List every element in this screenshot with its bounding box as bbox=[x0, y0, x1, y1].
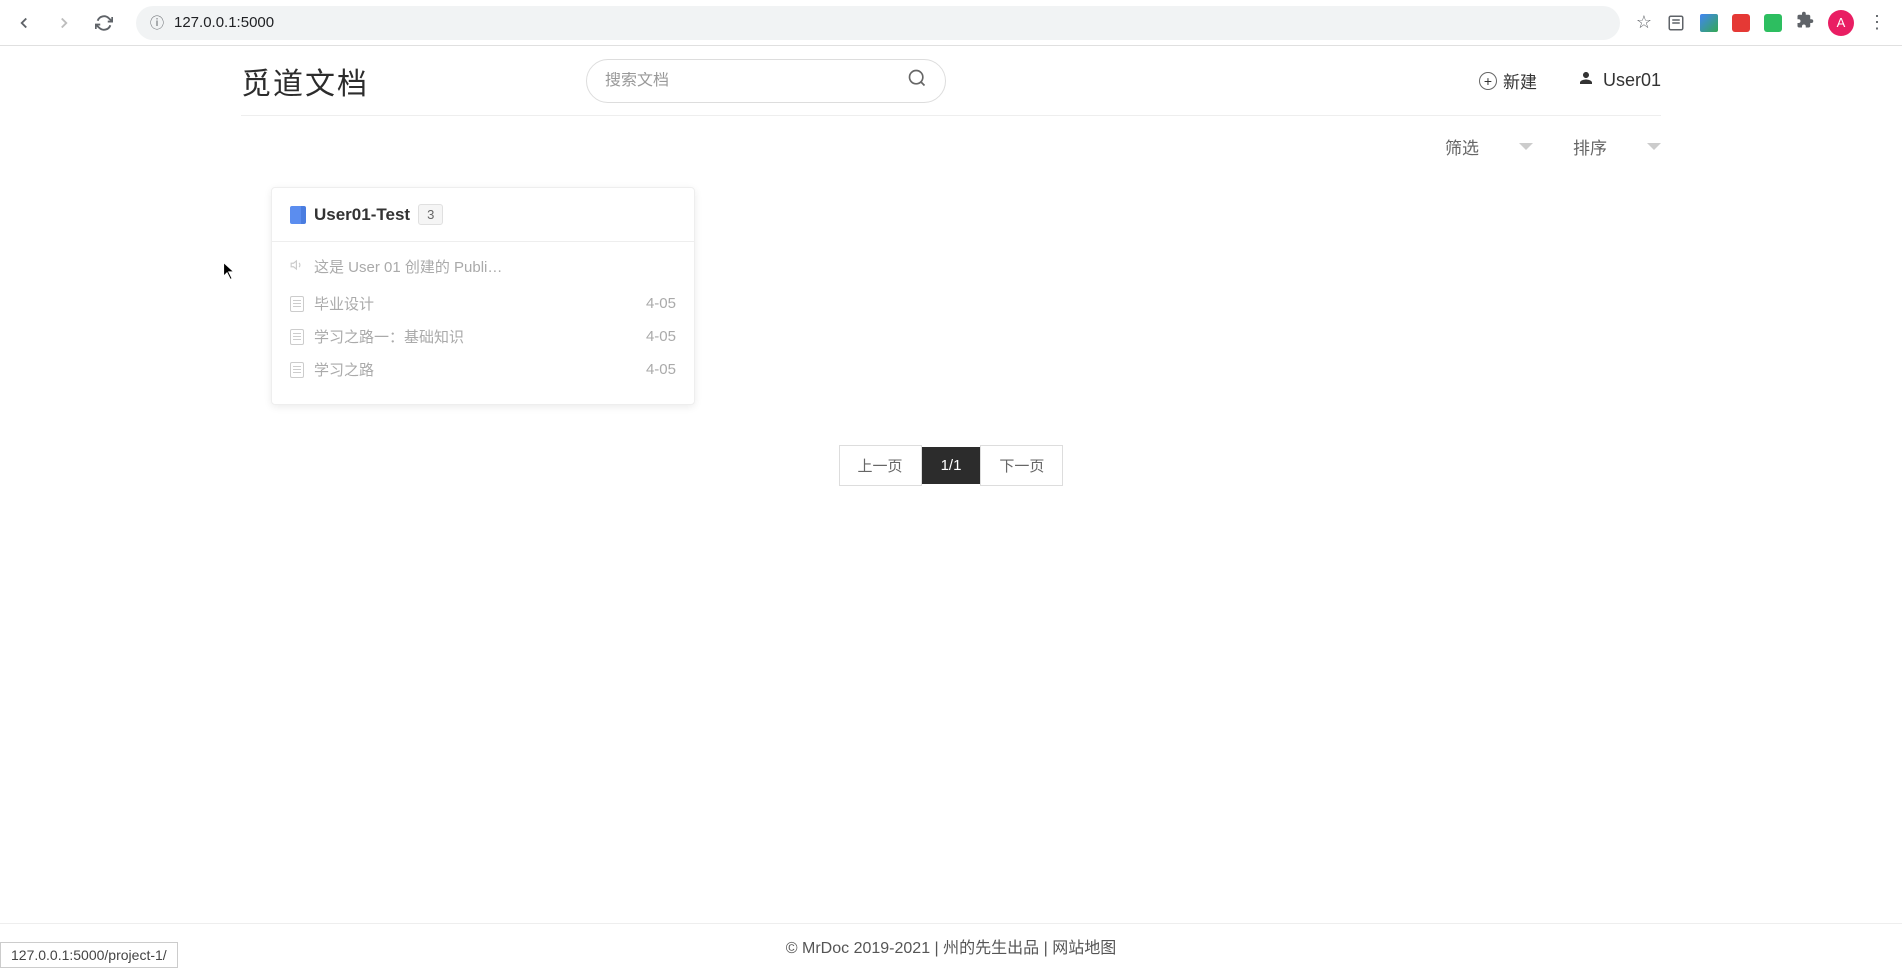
next-page-button[interactable]: 下一页 bbox=[980, 445, 1063, 486]
back-button[interactable] bbox=[8, 7, 40, 39]
evernote-extension-icon[interactable] bbox=[1764, 14, 1782, 32]
sort-dropdown[interactable]: 排序 bbox=[1573, 134, 1661, 159]
doc-row[interactable]: 学习之路一：基础知识 4-05 bbox=[290, 320, 676, 353]
new-button-label: 新建 bbox=[1503, 68, 1537, 93]
user-menu[interactable]: User01 bbox=[1577, 69, 1661, 92]
translate-extension-icon[interactable] bbox=[1700, 14, 1718, 32]
doc-name: 学习之路 bbox=[314, 359, 374, 380]
search-icon[interactable] bbox=[907, 68, 927, 93]
prev-page-button[interactable]: 上一页 bbox=[839, 445, 922, 486]
bookmark-star-icon[interactable]: ☆ bbox=[1636, 12, 1652, 33]
info-icon[interactable]: ⓘ bbox=[150, 13, 164, 33]
url-text: 127.0.0.1:5000 bbox=[174, 14, 274, 31]
site-logo[interactable]: 觅道文档 bbox=[241, 59, 369, 103]
profile-avatar-icon[interactable]: A bbox=[1828, 10, 1854, 36]
doc-row[interactable]: 学习之路 4-05 bbox=[290, 353, 676, 386]
chrome-menu-icon[interactable]: ⋮ bbox=[1868, 12, 1886, 33]
book-icon bbox=[290, 206, 306, 224]
description-text: 这是 User 01 创建的 Publi… bbox=[314, 256, 502, 277]
page-header: 觅道文档 + 新建 User01 bbox=[241, 46, 1661, 116]
filter-bar: 筛选 排序 bbox=[241, 116, 1661, 177]
card-header: User01-Test 3 bbox=[272, 188, 694, 242]
card-body: 这是 User 01 创建的 Publi… 毕业设计 4-05 学习之路一：基础… bbox=[272, 242, 694, 404]
project-description: 这是 User 01 创建的 Publi… bbox=[290, 256, 676, 277]
speaker-icon bbox=[290, 258, 304, 275]
document-icon bbox=[290, 362, 304, 378]
project-title[interactable]: User01-Test bbox=[314, 205, 410, 225]
forward-button[interactable] bbox=[48, 7, 80, 39]
ublock-extension-icon[interactable] bbox=[1732, 14, 1750, 32]
doc-count-badge: 3 bbox=[418, 204, 443, 225]
page-footer: © MrDoc 2019-2021 | 州的先生出品 | 网站地图 bbox=[0, 923, 1902, 968]
doc-date: 4-05 bbox=[646, 295, 676, 312]
filter-label: 筛选 bbox=[1445, 134, 1479, 159]
doc-row[interactable]: 毕业设计 4-05 bbox=[290, 287, 676, 320]
cards-area: User01-Test 3 这是 User 01 创建的 Publi… 毕业设计… bbox=[241, 177, 1661, 496]
current-page: 1/1 bbox=[922, 447, 981, 484]
user-icon bbox=[1577, 69, 1595, 92]
author-link[interactable]: 州的先生出品 bbox=[943, 940, 1039, 957]
doc-name: 学习之路一：基础知识 bbox=[314, 326, 464, 347]
chevron-down-icon bbox=[1647, 143, 1661, 150]
search-box bbox=[586, 59, 946, 103]
document-icon bbox=[290, 329, 304, 345]
doc-date: 4-05 bbox=[646, 361, 676, 378]
plus-circle-icon: + bbox=[1479, 72, 1497, 90]
filter-dropdown[interactable]: 筛选 bbox=[1445, 134, 1533, 159]
browser-status-bar: 127.0.0.1:5000/project-1/ bbox=[0, 942, 178, 968]
document-icon bbox=[290, 296, 304, 312]
chevron-down-icon bbox=[1519, 143, 1533, 150]
search-input[interactable] bbox=[605, 72, 907, 90]
doc-name: 毕业设计 bbox=[314, 293, 374, 314]
pagination: 上一页 1/1 下一页 bbox=[271, 445, 1631, 486]
reader-extension-icon[interactable] bbox=[1666, 13, 1686, 33]
new-button[interactable]: + 新建 bbox=[1479, 68, 1537, 93]
sort-label: 排序 bbox=[1573, 134, 1607, 159]
browser-toolbar: ⓘ 127.0.0.1:5000 ☆ A ⋮ bbox=[0, 0, 1902, 46]
username-label: User01 bbox=[1603, 70, 1661, 91]
doc-date: 4-05 bbox=[646, 328, 676, 345]
chrome-actions: ☆ A ⋮ bbox=[1636, 10, 1894, 36]
reload-button[interactable] bbox=[88, 7, 120, 39]
extensions-icon[interactable] bbox=[1796, 11, 1814, 34]
sitemap-link[interactable]: 网站地图 bbox=[1052, 940, 1116, 957]
project-card: User01-Test 3 这是 User 01 创建的 Publi… 毕业设计… bbox=[271, 187, 695, 405]
copyright-text: © MrDoc 2019-2021 bbox=[786, 940, 930, 957]
address-bar[interactable]: ⓘ 127.0.0.1:5000 bbox=[136, 6, 1620, 40]
